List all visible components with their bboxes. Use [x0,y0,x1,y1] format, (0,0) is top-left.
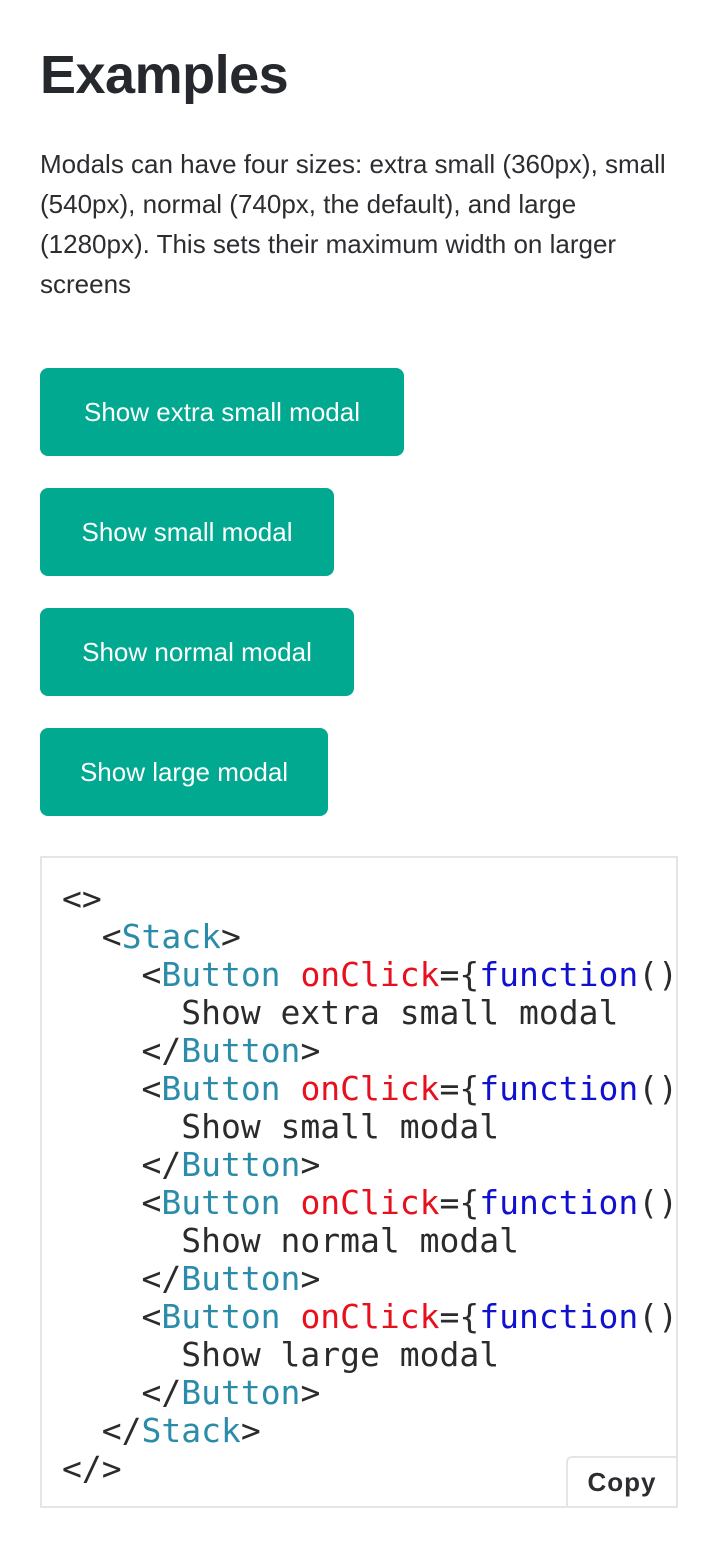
code-line: Show small modal [181,1107,500,1146]
code-line: <> [62,880,102,918]
copy-code-button[interactable]: Copy [566,1456,676,1506]
code-example-block: <> <Stack> <Button onClick={function() S… [40,856,678,1508]
code-line: <Button onClick={function() [62,1069,676,1108]
show-extra-small-modal-button[interactable]: Show extra small modal [40,368,404,456]
code-line: </Button> [62,1259,321,1298]
code-line: <Button onClick={function() [62,955,676,994]
code-line: <Stack> [62,917,241,956]
code-line: Show normal modal [181,1221,519,1260]
code-listing: <> <Stack> <Button onClick={function() S… [62,880,676,1488]
show-small-modal-button[interactable]: Show small modal [40,488,334,576]
code-line: <Button onClick={function() [62,1297,676,1336]
description-text: Modals can have four sizes: extra small … [40,149,666,299]
code-line: <Button onClick={function() [62,1183,676,1222]
code-line: Show extra small modal [181,993,619,1032]
code-line: </Stack> [62,1411,261,1450]
page-title: Examples [40,45,289,105]
code-line: </Button> [62,1031,321,1070]
code-line: </> [62,1449,122,1488]
code-line: </Button> [62,1145,321,1184]
code-scroll-area[interactable]: <> <Stack> <Button onClick={function() S… [62,880,676,1506]
code-line: </Button> [62,1373,321,1412]
code-line: Show large modal [181,1335,500,1374]
show-normal-modal-button[interactable]: Show normal modal [40,608,354,696]
show-large-modal-button[interactable]: Show large modal [40,728,328,816]
